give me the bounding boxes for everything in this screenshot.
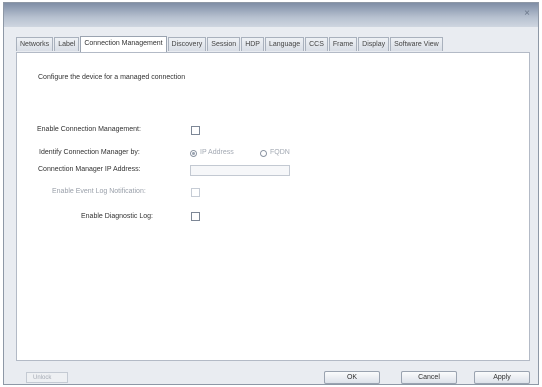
tab-connection-management[interactable]: Connection Management bbox=[80, 36, 167, 52]
cancel-button[interactable]: Cancel bbox=[401, 371, 457, 384]
tab-software-view[interactable]: Software View bbox=[390, 37, 443, 51]
tab-display[interactable]: Display bbox=[358, 37, 390, 51]
enable-cm-label: Enable Connection Management: bbox=[37, 126, 141, 133]
tab-networks[interactable]: Networks bbox=[16, 37, 54, 51]
identify-label: Identify Connection Manager by: bbox=[39, 149, 140, 156]
radio-fqdn-label: FQDN bbox=[270, 149, 290, 156]
panel-description: Configure the device for a managed conne… bbox=[38, 74, 186, 81]
enable-cm-checkbox[interactable] bbox=[191, 126, 200, 135]
event-log-checkbox[interactable] bbox=[191, 188, 200, 197]
radio-ip-address[interactable] bbox=[190, 150, 197, 157]
tab-language[interactable]: Language bbox=[264, 37, 305, 51]
ip-address-field[interactable] bbox=[190, 165, 290, 176]
close-icon[interactable]: × bbox=[524, 8, 530, 19]
tab-hdp[interactable]: HDP bbox=[241, 37, 264, 51]
ip-address-label: Connection Manager IP Address: bbox=[38, 166, 141, 173]
diagnostic-log-checkbox[interactable] bbox=[191, 212, 200, 221]
tab-session[interactable]: Session bbox=[207, 37, 241, 51]
tab-discovery[interactable]: Discovery bbox=[167, 37, 207, 51]
status-field: Unlock bbox=[26, 372, 68, 383]
radio-ip-address-label: IP Address bbox=[200, 149, 234, 156]
event-log-label: Enable Event Log Notification: bbox=[52, 188, 146, 195]
tab-frame[interactable]: Frame bbox=[328, 37, 358, 51]
tab-label[interactable]: Label bbox=[54, 37, 80, 51]
title-bar: × bbox=[4, 3, 538, 27]
diagnostic-log-label: Enable Diagnostic Log: bbox=[81, 213, 153, 220]
tab-strip: Networks Label Connection Management Dis… bbox=[16, 36, 444, 52]
ok-button[interactable]: OK bbox=[324, 371, 380, 384]
tab-ccs[interactable]: CCS bbox=[305, 37, 328, 51]
settings-dialog: × Networks Label Connection Management D… bbox=[3, 2, 539, 385]
connection-management-panel: Configure the device for a managed conne… bbox=[16, 52, 530, 361]
radio-fqdn[interactable] bbox=[260, 150, 267, 157]
apply-button[interactable]: Apply bbox=[474, 371, 530, 384]
